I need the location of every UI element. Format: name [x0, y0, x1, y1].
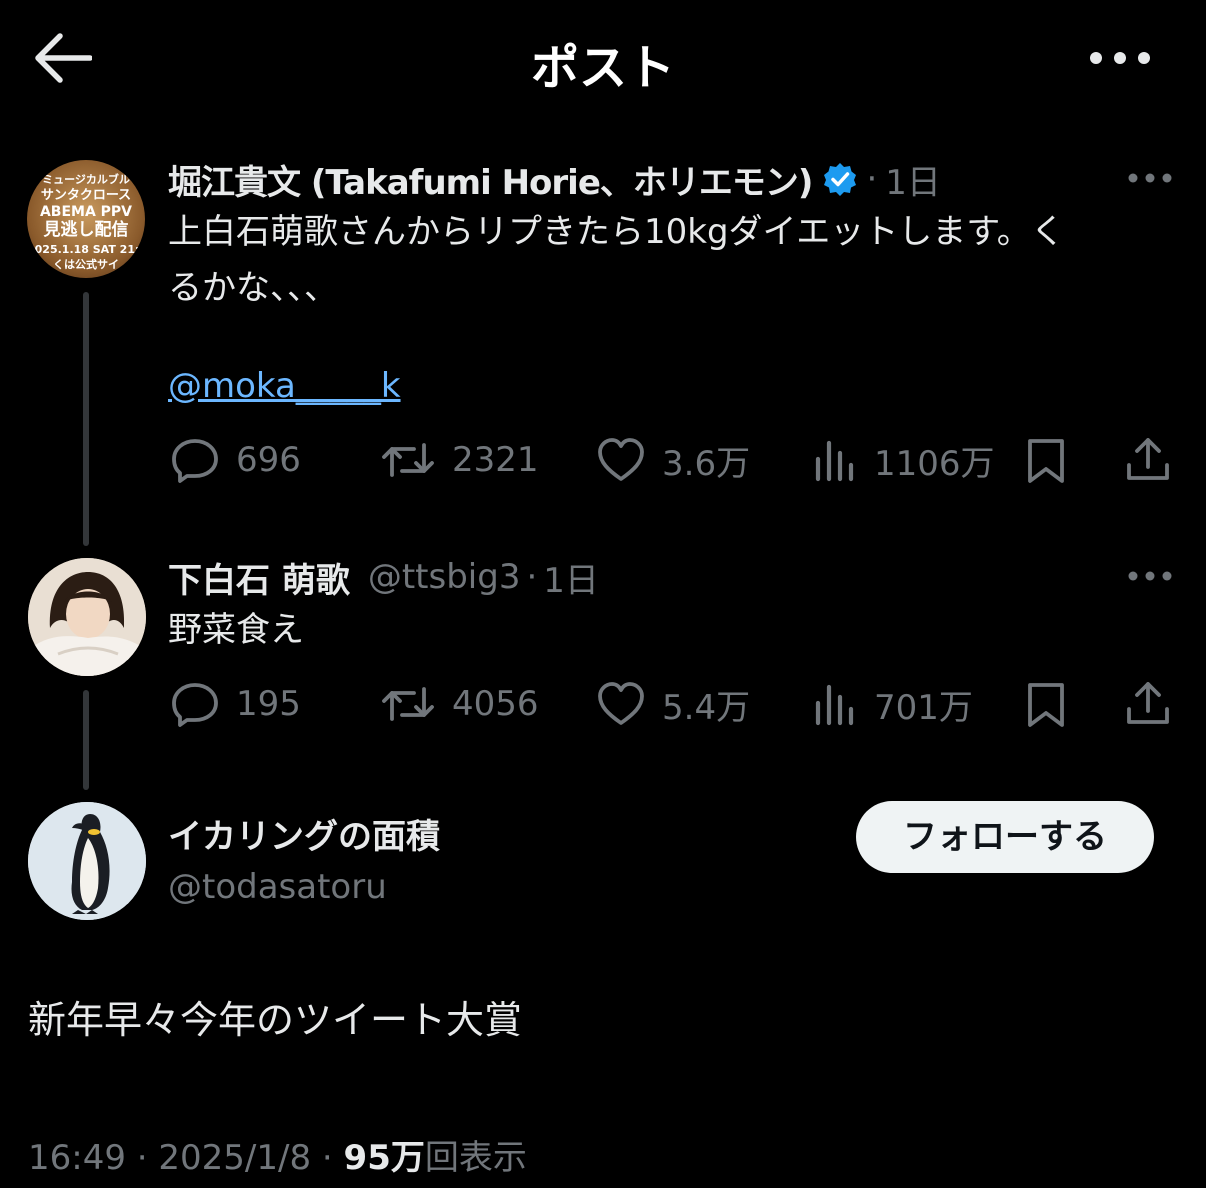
post-time[interactable]: 1日: [885, 155, 941, 204]
views-button[interactable]: 701万: [812, 681, 973, 728]
post-timestamp[interactable]: 16:49 · 2025/1/8 ·: [28, 1138, 344, 1178]
post-timestamp-line: 16:49 · 2025/1/8 · 95万回表示: [28, 1130, 527, 1179]
bookmark-icon[interactable]: [1026, 437, 1066, 485]
analytics-icon: [812, 437, 856, 483]
bookmark-icon[interactable]: [1026, 681, 1066, 729]
share-icon[interactable]: [1124, 679, 1172, 727]
verified-badge-icon: [822, 161, 858, 197]
post-text-line: 上白石萌歌さんからリプきたら10kgダイエットします。く: [168, 212, 1065, 252]
mention-link[interactable]: @moka_____k: [168, 358, 401, 414]
author-handle[interactable]: @todasatoru: [168, 864, 387, 910]
like-button[interactable]: 3.6万: [596, 437, 751, 484]
heart-icon: [596, 437, 646, 483]
avatar[interactable]: [28, 802, 146, 920]
like-button[interactable]: 5.4万: [596, 681, 751, 728]
follow-button[interactable]: フォローする: [856, 801, 1154, 873]
separator: ·: [866, 159, 878, 199]
reply-icon: [170, 681, 220, 727]
main-post-text: 新年早々今年のツイート大賞: [28, 998, 523, 1042]
author-name[interactable]: イカリングの面積: [168, 814, 440, 860]
post-time[interactable]: 1日: [543, 553, 599, 602]
reply-icon: [170, 437, 220, 483]
analytics-icon: [812, 681, 856, 727]
more-options-icon[interactable]: [1088, 48, 1152, 68]
author-name[interactable]: 下白石 萌歌: [168, 553, 350, 602]
reply-count: 195: [236, 684, 301, 724]
avatar[interactable]: ミュージカルブル サンタクロース ABEMA PPV 見逃し配信 2025.1.…: [27, 160, 145, 278]
like-count: 5.4万: [662, 687, 751, 728]
post-more-icon[interactable]: [1128, 569, 1172, 583]
separator: ·: [526, 557, 538, 597]
views-count: 701万: [874, 687, 973, 728]
heart-icon: [596, 681, 646, 727]
repost-count: 2321: [452, 440, 539, 480]
reply-button[interactable]: 195: [170, 681, 301, 727]
repost-button[interactable]: 2321: [380, 437, 539, 483]
repost-icon: [380, 681, 436, 727]
reply-count: 696: [236, 440, 301, 480]
view-label: 回表示: [424, 1138, 527, 1178]
views-button[interactable]: 1106万: [812, 437, 995, 484]
author-handle[interactable]: @ttsbig3: [368, 557, 521, 597]
views-count: 1106万: [874, 443, 995, 484]
view-count: 95万: [343, 1138, 425, 1178]
avatar[interactable]: [28, 558, 146, 676]
post-text: 野菜食え: [168, 610, 304, 650]
thread-line: [83, 292, 89, 546]
post-more-icon[interactable]: [1128, 171, 1172, 185]
thread-line: [83, 690, 89, 790]
repost-icon: [380, 437, 436, 483]
like-count: 3.6万: [662, 443, 751, 484]
share-icon[interactable]: [1124, 435, 1172, 483]
reply-button[interactable]: 696: [170, 437, 301, 483]
repost-button[interactable]: 4056: [380, 681, 539, 727]
post-text-line: るかな、、、: [168, 268, 338, 308]
page-title: ポスト: [530, 40, 675, 96]
author-name[interactable]: 堀江貴文 (Takafumi Horie、ホリエモン): [168, 155, 813, 204]
repost-count: 4056: [452, 684, 539, 724]
